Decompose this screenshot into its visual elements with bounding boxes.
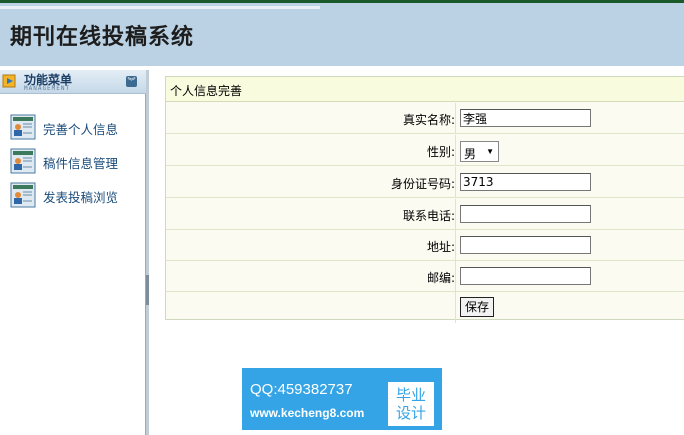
row-phone: 联系电话: — [166, 199, 684, 230]
postcode-input[interactable] — [460, 267, 591, 285]
row-gender: 性别: 男 ▼ — [166, 135, 684, 166]
form-title: 个人信息完善 — [170, 84, 243, 98]
form-title-bar: 个人信息完善 — [166, 77, 684, 102]
user-document-icon — [10, 182, 36, 208]
profile-form: 个人信息完善 真实名称: 性别: 男 ▼ 身份证号码: 联系电话: 地址: 邮编… — [165, 76, 684, 323]
row-real-name: 真实名称: — [166, 103, 684, 134]
gender-select[interactable]: 男 ▼ — [460, 141, 499, 162]
cell-divider — [455, 230, 456, 261]
watermark-site: www.kecheng8.com — [250, 406, 365, 420]
menu-item-complete-profile[interactable]: 完善个人信息 — [10, 112, 140, 140]
cell-divider — [455, 167, 456, 198]
menu-item-label: 发表投稿浏览 — [43, 190, 119, 205]
real-name-input[interactable] — [460, 109, 591, 127]
phone-label: 联系电话: — [402, 209, 455, 223]
real-name-label: 真实名称: — [402, 113, 455, 127]
collapse-icon[interactable]: ︾ — [126, 76, 137, 87]
menu-header[interactable]: 功能菜单 MANAGEMENT ︾ — [0, 70, 146, 94]
save-button[interactable]: 保存 — [460, 297, 494, 317]
row-postcode: 邮编: — [166, 261, 684, 292]
cell-divider — [455, 135, 456, 166]
address-input[interactable] — [460, 236, 591, 254]
postcode-label: 邮编: — [426, 271, 455, 285]
sidebar: 功能菜单 MANAGEMENT ︾ 完善个人信息 稿件信息管理 发表投稿浏览 — [0, 70, 146, 435]
address-label: 地址: — [426, 240, 455, 254]
row-address: 地址: — [166, 230, 684, 261]
row-actions: 保存 — [166, 292, 684, 323]
menu-item-label: 稿件信息管理 — [43, 156, 119, 171]
gender-label: 性别: — [426, 145, 455, 159]
watermark-qq: QQ:459382737 — [250, 381, 353, 398]
row-id-number: 身份证号码: — [166, 167, 684, 198]
cell-divider — [455, 261, 456, 292]
id-number-label: 身份证号码: — [390, 177, 455, 191]
app-title: 期刊在线投稿系统 — [10, 25, 195, 50]
cell-divider — [455, 199, 456, 230]
gender-select-value: 男 — [464, 147, 477, 161]
menu-subtitle: MANAGEMENT — [24, 85, 71, 92]
chevron-down-icon: ▼ — [486, 147, 494, 156]
splitter-grip[interactable] — [146, 275, 149, 305]
user-document-icon — [10, 148, 36, 174]
menu-item-manuscript-management[interactable]: 稿件信息管理 — [10, 146, 140, 174]
sidebar-splitter[interactable] — [146, 70, 149, 435]
header-stripe — [0, 6, 320, 9]
phone-input[interactable] — [460, 205, 591, 223]
app-header: 期刊在线投稿系统 — [0, 0, 684, 66]
watermark-badge-line2: 设计 — [395, 404, 426, 422]
cell-divider — [455, 103, 456, 134]
menu-item-browse-submissions[interactable]: 发表投稿浏览 — [10, 180, 140, 208]
menu-arrow-icon — [2, 74, 16, 88]
cell-divider — [455, 292, 456, 323]
watermark-banner: QQ:459382737 www.kecheng8.com 毕业 设计 — [242, 368, 442, 430]
id-number-input[interactable] — [460, 173, 591, 191]
watermark-badge-line1: 毕业 — [395, 386, 426, 404]
menu-item-label: 完善个人信息 — [43, 122, 119, 137]
user-document-icon — [10, 114, 36, 140]
watermark-badge: 毕业 设计 — [388, 382, 434, 426]
